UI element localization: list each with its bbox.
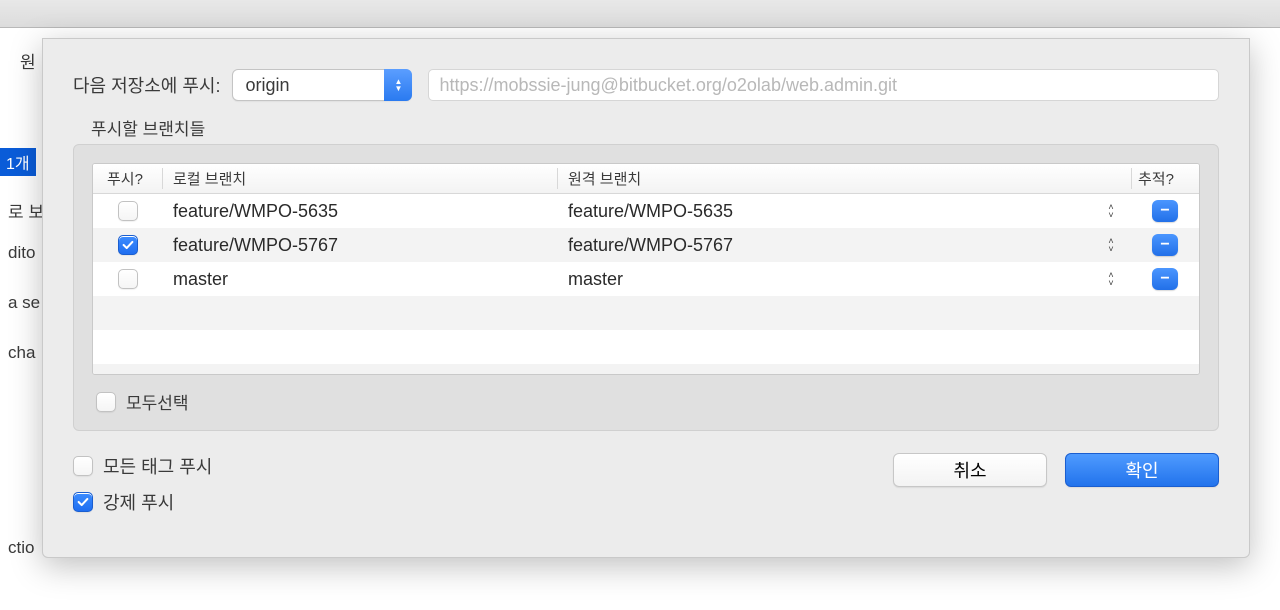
stepper-icon[interactable]: ˄˅ <box>1091 203 1131 219</box>
force-push-label: 강제 푸시 <box>103 489 174 515</box>
remote-branch-cell[interactable]: feature/WMPO-5635 <box>558 201 1091 222</box>
table-header: 푸시? 로컬 브랜치 원격 브랜치 추적? <box>93 164 1199 194</box>
table-row[interactable]: feature/WMPO-5635 feature/WMPO-5635 ˄˅ − <box>93 194 1199 228</box>
push-checkbox[interactable] <box>118 201 138 221</box>
header-remote[interactable]: 원격 브랜치 <box>558 168 1091 189</box>
table-row[interactable]: master master ˄˅ − <box>93 262 1199 296</box>
table-body: feature/WMPO-5635 feature/WMPO-5635 ˄˅ −… <box>93 194 1199 374</box>
header-track[interactable]: 추적? <box>1131 168 1199 189</box>
remote-url-field[interactable]: https://mobssie-jung@bitbucket.org/o2ola… <box>428 69 1219 101</box>
bg-text: 원 <box>20 48 36 73</box>
branches-section-label: 푸시할 브랜치들 <box>91 115 1219 140</box>
header-push[interactable]: 푸시? <box>93 168 163 189</box>
stepper-icon[interactable]: ˄˅ <box>1091 271 1131 287</box>
force-push-checkbox[interactable] <box>73 492 93 512</box>
bg-text: ctio <box>8 538 34 558</box>
push-all-tags-label: 모든 태그 푸시 <box>103 453 212 479</box>
push-to-label: 다음 저장소에 푸시: <box>73 72 220 98</box>
select-all-label: 모두선택 <box>126 389 189 414</box>
window-titlebar <box>0 0 1280 28</box>
ok-button[interactable]: 확인 <box>1065 453 1219 487</box>
bg-text: 로 보 <box>8 198 44 223</box>
bg-text: cha <box>8 343 35 363</box>
bg-text: a se <box>8 293 40 313</box>
track-toggle[interactable]: − <box>1152 234 1178 256</box>
remote-branch-cell[interactable]: master <box>558 269 1091 290</box>
local-branch-cell: feature/WMPO-5767 <box>163 235 558 256</box>
branches-table: 푸시? 로컬 브랜치 원격 브랜치 추적? feature/WMPO-5635 … <box>92 163 1200 375</box>
chevron-updown-icon: ▲▼ <box>384 69 412 101</box>
remote-branch-cell[interactable]: feature/WMPO-5767 <box>558 235 1091 256</box>
local-branch-cell: master <box>163 269 558 290</box>
push-dialog: 다음 저장소에 푸시: origin ▲▼ https://mobssie-ju… <box>42 38 1250 558</box>
remote-select[interactable]: origin ▲▼ <box>232 69 412 101</box>
push-checkbox[interactable] <box>118 235 138 255</box>
track-toggle[interactable]: − <box>1152 268 1178 290</box>
branches-panel: 푸시? 로컬 브랜치 원격 브랜치 추적? feature/WMPO-5635 … <box>73 144 1219 431</box>
push-checkbox[interactable] <box>118 269 138 289</box>
select-all-checkbox[interactable] <box>96 392 116 412</box>
stepper-icon[interactable]: ˄˅ <box>1091 237 1131 253</box>
local-branch-cell: feature/WMPO-5635 <box>163 201 558 222</box>
cancel-button[interactable]: 취소 <box>893 453 1047 487</box>
table-row[interactable]: feature/WMPO-5767 feature/WMPO-5767 ˄˅ − <box>93 228 1199 262</box>
push-all-tags-checkbox[interactable] <box>73 456 93 476</box>
header-local[interactable]: 로컬 브랜치 <box>163 168 558 189</box>
bg-text: dito <box>8 243 35 263</box>
bg-badge: 1개 <box>0 148 36 176</box>
track-toggle[interactable]: − <box>1152 200 1178 222</box>
